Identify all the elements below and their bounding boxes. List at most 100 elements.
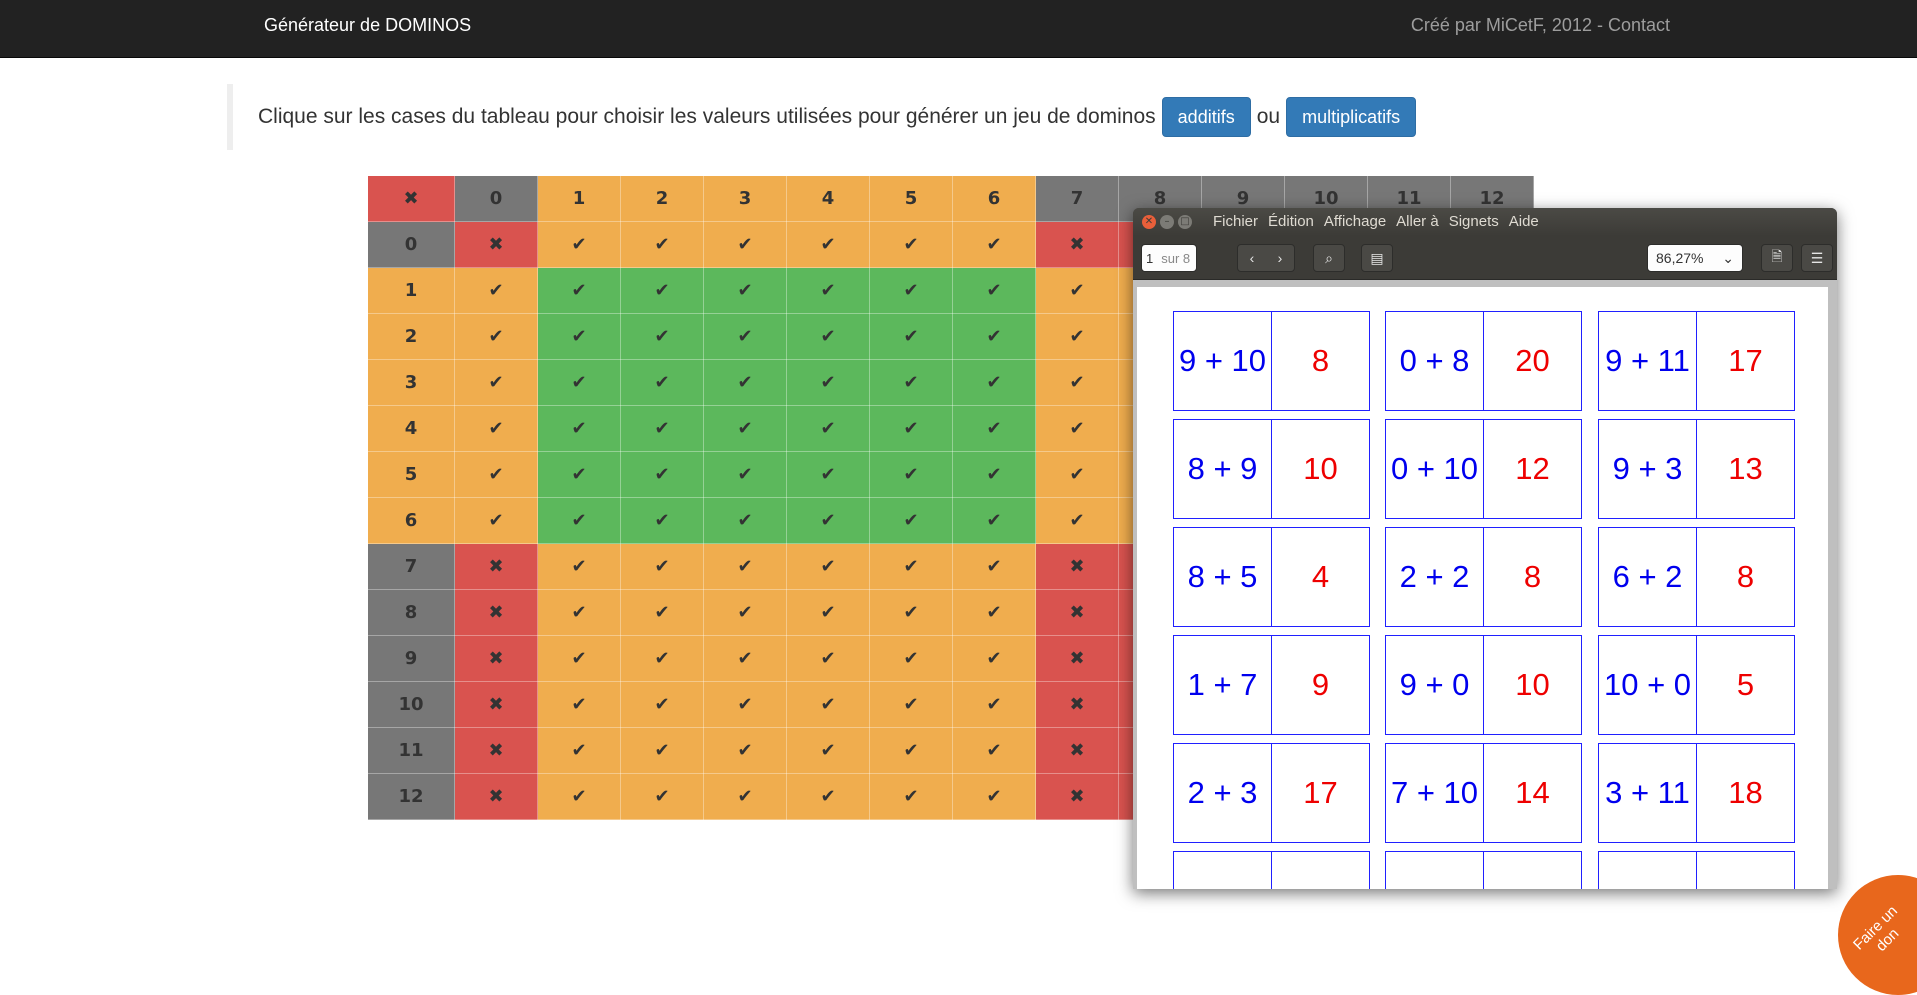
document-properties-icon[interactable]: 🗎 — [1761, 244, 1793, 272]
check-icon[interactable]: ✔ — [703, 543, 787, 590]
check-icon[interactable]: ✔ — [620, 773, 704, 820]
check-icon[interactable]: ✔ — [1035, 359, 1119, 406]
row-header-cell[interactable]: 4 — [367, 405, 455, 452]
cross-icon[interactable]: ✖ — [1035, 681, 1119, 728]
menu-item[interactable]: Aller à — [1396, 213, 1439, 230]
check-icon[interactable]: ✔ — [952, 497, 1036, 544]
cross-icon[interactable]: ✖ — [454, 727, 538, 774]
page-number[interactable]: 1 — [1146, 251, 1153, 266]
check-icon[interactable]: ✔ — [703, 681, 787, 728]
check-icon[interactable]: ✔ — [952, 681, 1036, 728]
column-header-cell[interactable]: 5 — [869, 175, 953, 222]
cross-icon[interactable]: ✖ — [454, 681, 538, 728]
check-icon[interactable]: ✔ — [952, 451, 1036, 498]
check-icon[interactable]: ✔ — [537, 543, 621, 590]
row-header-cell[interactable]: 10 — [367, 681, 455, 728]
row-header-cell[interactable]: 5 — [367, 451, 455, 498]
check-icon[interactable]: ✔ — [786, 313, 870, 360]
column-header-cell[interactable]: 0 — [454, 175, 538, 222]
check-icon[interactable]: ✔ — [869, 451, 953, 498]
check-icon[interactable]: ✔ — [952, 773, 1036, 820]
check-icon[interactable]: ✔ — [537, 221, 621, 268]
check-icon[interactable]: ✔ — [620, 451, 704, 498]
check-icon[interactable]: ✔ — [869, 681, 953, 728]
check-icon[interactable]: ✔ — [620, 543, 704, 590]
check-icon[interactable]: ✔ — [786, 727, 870, 774]
row-header-cell[interactable]: 2 — [367, 313, 455, 360]
row-header-cell[interactable]: 1 — [367, 267, 455, 314]
check-icon[interactable]: ✔ — [537, 773, 621, 820]
check-icon[interactable]: ✔ — [952, 635, 1036, 682]
donate-badge[interactable]: Faire un don — [1838, 875, 1917, 995]
check-icon[interactable]: ✔ — [869, 589, 953, 636]
title-bar[interactable]: ✕ – □ Fichier Édition Affichage Aller à Sign… — [1133, 208, 1837, 236]
cross-icon[interactable]: ✖ — [454, 773, 538, 820]
check-icon[interactable]: ✔ — [869, 267, 953, 314]
hamburger-menu-icon[interactable]: ☰ — [1801, 244, 1833, 272]
check-icon[interactable]: ✔ — [952, 267, 1036, 314]
search-icon[interactable]: ⌕ — [1313, 244, 1345, 272]
check-icon[interactable]: ✔ — [1035, 451, 1119, 498]
check-icon[interactable]: ✔ — [952, 313, 1036, 360]
menu-item[interactable]: Aide — [1509, 213, 1539, 230]
check-icon[interactable]: ✔ — [454, 313, 538, 360]
brand-link[interactable]: Générateur de DOMINOS — [264, 15, 471, 36]
corner-toggle-cell[interactable]: ✖ — [367, 175, 455, 222]
check-icon[interactable]: ✔ — [786, 543, 870, 590]
check-icon[interactable]: ✔ — [703, 267, 787, 314]
check-icon[interactable]: ✔ — [454, 267, 538, 314]
check-icon[interactable]: ✔ — [786, 451, 870, 498]
check-icon[interactable]: ✔ — [786, 267, 870, 314]
check-icon[interactable]: ✔ — [786, 405, 870, 452]
check-icon[interactable]: ✔ — [952, 221, 1036, 268]
check-icon[interactable]: ✔ — [869, 313, 953, 360]
check-icon[interactable]: ✔ — [1035, 497, 1119, 544]
check-icon[interactable]: ✔ — [786, 221, 870, 268]
check-icon[interactable]: ✔ — [620, 405, 704, 452]
row-header-cell[interactable]: 6 — [367, 497, 455, 544]
check-icon[interactable]: ✔ — [454, 405, 538, 452]
check-icon[interactable]: ✔ — [869, 221, 953, 268]
check-icon[interactable]: ✔ — [952, 543, 1036, 590]
check-icon[interactable]: ✔ — [620, 313, 704, 360]
menu-item[interactable]: Fichier — [1213, 213, 1258, 230]
check-icon[interactable]: ✔ — [786, 589, 870, 636]
column-header-cell[interactable]: 1 — [537, 175, 621, 222]
check-icon[interactable]: ✔ — [537, 359, 621, 406]
check-icon[interactable]: ✔ — [537, 635, 621, 682]
cross-icon[interactable]: ✖ — [1035, 635, 1119, 682]
check-icon[interactable]: ✔ — [703, 727, 787, 774]
check-icon[interactable]: ✔ — [786, 497, 870, 544]
zoom-select[interactable]: 86,27% ⌄ — [1647, 244, 1743, 272]
maximize-icon[interactable]: □ — [1178, 215, 1192, 229]
check-icon[interactable]: ✔ — [537, 405, 621, 452]
next-page-icon[interactable]: › — [1278, 250, 1283, 266]
row-header-cell[interactable]: 9 — [367, 635, 455, 682]
cross-icon[interactable]: ✖ — [454, 543, 538, 590]
check-icon[interactable]: ✔ — [869, 405, 953, 452]
check-icon[interactable]: ✔ — [537, 267, 621, 314]
check-icon[interactable]: ✔ — [1035, 267, 1119, 314]
annotations-icon[interactable]: ▤ — [1361, 244, 1393, 272]
cross-icon[interactable]: ✖ — [454, 635, 538, 682]
column-header-cell[interactable]: 6 — [952, 175, 1036, 222]
menu-item[interactable]: Édition — [1268, 213, 1314, 230]
menu-item[interactable]: Affichage — [1324, 213, 1386, 230]
row-header-cell[interactable]: 0 — [367, 221, 455, 268]
check-icon[interactable]: ✔ — [537, 451, 621, 498]
check-icon[interactable]: ✔ — [1035, 313, 1119, 360]
check-icon[interactable]: ✔ — [869, 497, 953, 544]
check-icon[interactable]: ✔ — [620, 267, 704, 314]
check-icon[interactable]: ✔ — [786, 773, 870, 820]
check-icon[interactable]: ✔ — [620, 681, 704, 728]
check-icon[interactable]: ✔ — [703, 589, 787, 636]
row-header-cell[interactable]: 7 — [367, 543, 455, 590]
row-header-cell[interactable]: 8 — [367, 589, 455, 636]
cross-icon[interactable]: ✖ — [1035, 589, 1119, 636]
check-icon[interactable]: ✔ — [454, 497, 538, 544]
check-icon[interactable]: ✔ — [869, 359, 953, 406]
check-icon[interactable]: ✔ — [703, 635, 787, 682]
check-icon[interactable]: ✔ — [620, 497, 704, 544]
check-icon[interactable]: ✔ — [703, 497, 787, 544]
check-icon[interactable]: ✔ — [786, 359, 870, 406]
